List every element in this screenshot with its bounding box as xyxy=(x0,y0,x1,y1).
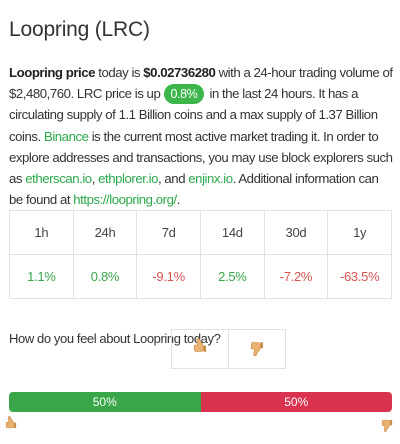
table-header: 1y xyxy=(327,210,392,255)
coin-price: $0.02736280 xyxy=(143,65,216,80)
table-header-row: 1h 24h 7d 14d 30d 1y xyxy=(9,210,392,255)
change-24h-badge: 0.8% xyxy=(163,84,205,105)
change-value: -63.5% xyxy=(327,254,392,299)
change-value: -9.1% xyxy=(136,254,201,299)
change-value: 0.8% xyxy=(72,254,138,299)
coin-name: Loopring price xyxy=(9,65,96,80)
thumbs-up-button[interactable] xyxy=(172,330,228,368)
table-header: 24h xyxy=(72,210,138,255)
price-change-table: 1h 24h 7d 14d 30d 1y 1.1% 0.8% -9.1% 2.5… xyxy=(9,210,392,299)
change-value: 2.5% xyxy=(199,254,265,299)
table-header: 7d xyxy=(136,210,201,255)
table-header: 30d xyxy=(263,210,329,255)
table-header: 14d xyxy=(199,210,265,255)
enjinx-link[interactable]: enjinx.io xyxy=(188,171,233,186)
sentiment-down-segment: 50% xyxy=(200,392,392,412)
ethplorer-link[interactable]: ethplorer.io xyxy=(98,171,158,186)
table-header: 1h xyxy=(9,210,74,255)
change-value: 1.1% xyxy=(9,254,74,299)
website-link[interactable]: https://loopring.org/ xyxy=(73,192,177,207)
thumbs-down-icon xyxy=(250,337,264,362)
sentiment-up-segment: 50% xyxy=(9,392,201,412)
exchange-link[interactable]: Binance xyxy=(44,129,89,144)
thumbs-up-icon xyxy=(193,337,207,362)
thumbs-down-icon xyxy=(381,415,393,438)
coin-description: Loopring price today is $0.02736280 with… xyxy=(9,65,393,208)
thumbs-down-button[interactable] xyxy=(228,330,285,368)
page-title: Loopring (LRC) xyxy=(9,18,150,41)
thumbs-up-icon xyxy=(5,415,17,438)
vote-buttons xyxy=(171,329,286,369)
etherscan-link[interactable]: etherscan.io xyxy=(25,171,92,186)
change-value: -7.2% xyxy=(263,254,329,299)
sentiment-bar: 50% 50% xyxy=(9,392,392,412)
table-row: 1.1% 0.8% -9.1% 2.5% -7.2% -63.5% xyxy=(9,254,392,299)
